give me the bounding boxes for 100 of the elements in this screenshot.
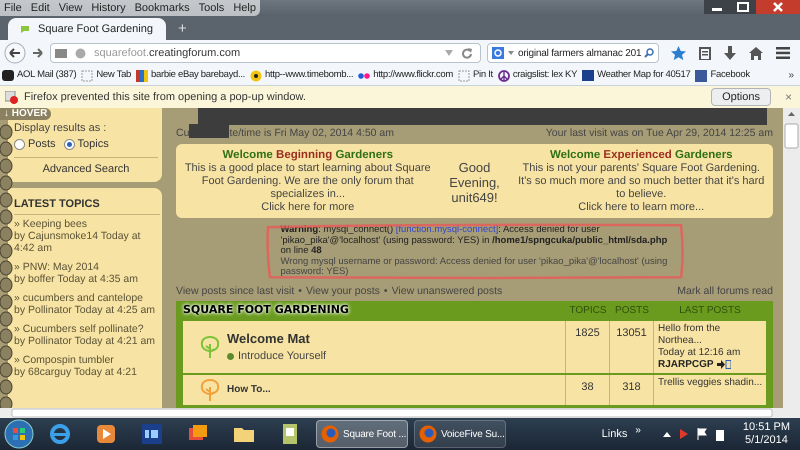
- bookmark-item[interactable]: Facebook: [695, 68, 750, 83]
- caret-icon[interactable]: [662, 432, 671, 436]
- browser-tab[interactable]: Square Foot Gardening: [8, 18, 166, 40]
- dropdown-icon: [508, 51, 514, 55]
- notification-message: Firefox prevented this site from opening a pop-up window.: [24, 90, 307, 105]
- table-cell: 13051: [610, 320, 654, 372]
- minimize-icon[interactable]: [704, 0, 730, 14]
- close-button[interactable]: ×: [784, 88, 792, 106]
- links-toolbar[interactable]: Links: [602, 426, 628, 442]
- radio-label: Posts: [28, 137, 56, 152]
- table-cell: 1825: [566, 320, 610, 372]
- hover-tab[interactable]: ↓ HOVER: [0, 108, 52, 120]
- close-icon[interactable]: [756, 0, 800, 14]
- media-player-icon[interactable]: [94, 422, 118, 446]
- bookmark-item[interactable]: Pin It: [458, 68, 493, 83]
- menu-item[interactable]: Tools: [198, 1, 224, 15]
- menu-item[interactable]: Edit: [30, 1, 50, 15]
- welcome-link[interactable]: Click here to learn more...: [578, 201, 704, 214]
- last-post-link[interactable]: Trellis veggies shadin...: [658, 376, 766, 388]
- topic-byline: by boffer Today at 4:35 am: [14, 272, 139, 284]
- forum-name-link[interactable]: Welcome Mat: [227, 328, 326, 348]
- bookmark-item[interactable]: http--www.timebomb...: [250, 68, 354, 83]
- browser-icon[interactable]: [48, 422, 72, 446]
- error-message: Wrong mysql username or password: Access denied for user 'pikao_pika'@'localhost' (using password: YES): [280, 256, 668, 278]
- last-post-link[interactable]: Hello from the Northea...: [658, 322, 766, 346]
- menu-icon[interactable]: [776, 47, 790, 59]
- star-icon[interactable]: [671, 46, 686, 60]
- topic-byline: by Pollinator Today at 4:21 am: [14, 334, 156, 346]
- menu-item[interactable]: Bookmarks: [134, 1, 190, 15]
- home-icon[interactable]: [749, 46, 763, 60]
- menu-item[interactable]: File: [4, 1, 22, 15]
- mark-read-link[interactable]: Mark all forums read: [677, 284, 773, 300]
- section-title: LATEST TOPICS: [14, 196, 160, 214]
- back-icon[interactable]: [4, 42, 26, 64]
- download-icon[interactable]: [724, 46, 736, 60]
- clipboard-icon[interactable]: [699, 46, 711, 60]
- menu-item[interactable]: History: [91, 1, 126, 15]
- topic-link[interactable]: » Keeping bees: [14, 218, 160, 230]
- topic-byline: by Cajunsmoke14 Today at 4:42 am: [14, 230, 142, 254]
- subforum-link[interactable]: Introduce Yourself: [238, 348, 326, 364]
- welcome-heading: Welcome Experienced Gardeners: [550, 148, 733, 162]
- greeting-text: Good Evening, unit649!: [448, 159, 501, 207]
- radio-button[interactable]: [14, 138, 25, 150]
- bookmark-item[interactable]: http://www.flickr.com: [358, 68, 453, 83]
- bookmark-item[interactable]: barbie eBay barebayd...: [136, 68, 246, 83]
- search-field[interactable]: original farmers almanac 201: [487, 43, 659, 63]
- bookmark-item[interactable]: New Tab: [81, 68, 132, 83]
- action-center-icon[interactable]: [678, 428, 689, 440]
- topic-link[interactable]: » Compospin tumbler: [14, 354, 160, 366]
- flag-icon[interactable]: [696, 428, 707, 440]
- username-link[interactable]: RJARPCGP: [658, 358, 714, 370]
- display-label: Display results as :: [14, 122, 108, 135]
- page-icon: [458, 70, 470, 82]
- bookmark-item[interactable]: AOL Mail (387): [2, 68, 76, 83]
- welcome-text: This is not your parents' Square Foot Gardening. It's so much more and so much better that it's hard to believe.: [517, 162, 766, 201]
- address-bar[interactable]: squarefoot.creatingforum.com: [50, 43, 481, 63]
- menu-item[interactable]: View: [58, 1, 82, 15]
- start-button-icon[interactable]: [4, 419, 34, 449]
- column-header: LAST POSTS: [678, 304, 742, 318]
- topic-link[interactable]: » cucumbers and cantelope: [14, 292, 160, 304]
- topic-byline: by Pollinator Today at 4:25 am: [14, 304, 156, 316]
- options-button[interactable]: Options: [711, 88, 771, 106]
- taskbar-button[interactable]: Square Foot ...: [316, 420, 408, 448]
- welcome-link[interactable]: Click here for more: [261, 201, 354, 214]
- column-header: TOPICS: [568, 304, 608, 318]
- toolbar-more-button[interactable]: »: [635, 422, 641, 438]
- forum-title: SQUARE FOOT GARDENING: [183, 302, 350, 318]
- redaction-block: [189, 124, 230, 138]
- nav-link[interactable]: View posts since last visit: [176, 284, 294, 300]
- bookmark-item[interactable]: Weather Map for 40517: [582, 68, 690, 83]
- page-icon: [81, 70, 94, 82]
- more-bookmarks-button[interactable]: »: [788, 68, 798, 83]
- go-to-post-icon[interactable]: [716, 360, 731, 369]
- topic-link[interactable]: » Cucumbers self pollinate?: [14, 322, 160, 334]
- new-tab-button[interactable]: +: [178, 20, 187, 40]
- search-icon: [644, 48, 654, 58]
- radio-label: Topics: [78, 137, 109, 152]
- date-text: te/time is Fri May 02, 2014 4:50 am: [229, 126, 394, 142]
- forward-icon[interactable]: [32, 47, 44, 59]
- taskbar-button[interactable]: VoiceFive Su...: [414, 420, 506, 448]
- ps-app-icon[interactable]: [140, 422, 164, 446]
- table-cell: 38: [566, 374, 610, 404]
- last-post-time: Today at 12:16 am: [658, 346, 742, 358]
- bookmark-item[interactable]: craigslist: lex KY: [498, 68, 578, 83]
- maximize-icon[interactable]: [730, 0, 756, 14]
- forum-name-link[interactable]: How To...: [227, 382, 271, 397]
- topic-link[interactable]: » PNW: May 2014: [14, 260, 160, 272]
- dropdown-icon: [445, 50, 453, 56]
- nav-link[interactable]: View unanswered posts: [392, 284, 502, 300]
- firefox-icon: [419, 425, 437, 443]
- column-header: POSTS: [614, 304, 650, 318]
- advanced-search-link[interactable]: Advanced Search: [42, 158, 130, 180]
- reload-icon[interactable]: [461, 48, 472, 58]
- separator-dot: •: [298, 284, 302, 299]
- menu-item[interactable]: Help: [233, 1, 256, 15]
- radio-button[interactable]: [64, 138, 75, 150]
- peace-sign-icon: [498, 70, 510, 82]
- clock[interactable]: 10:51 PM 5/1/2014: [742, 421, 790, 447]
- shopping-bag-icon: [136, 70, 148, 82]
- nav-link[interactable]: View your posts: [306, 284, 380, 300]
